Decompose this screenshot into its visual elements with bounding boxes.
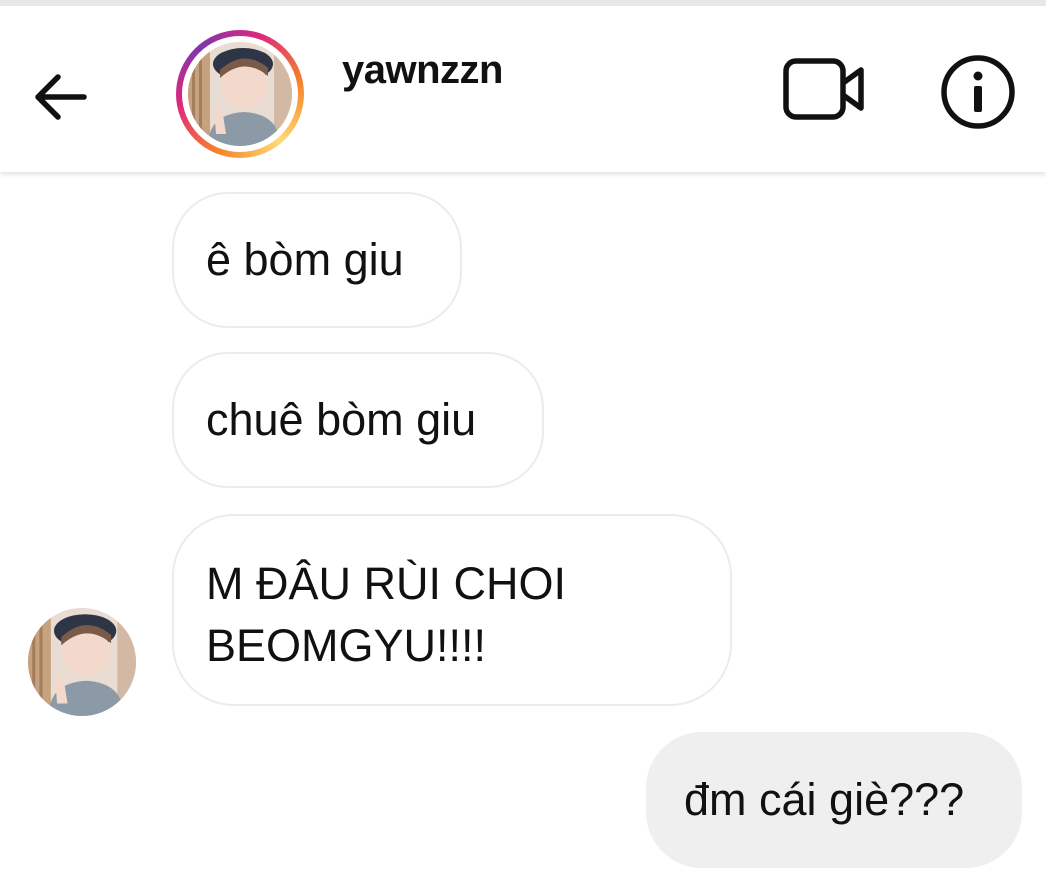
message-text: đm cái giè???: [684, 774, 965, 825]
back-arrow-icon[interactable]: [28, 64, 94, 130]
outgoing-message-bubble[interactable]: đm cái giè???: [646, 732, 1022, 868]
message-text-line: BEOMGYU!!!!: [206, 620, 487, 671]
incoming-message-bubble[interactable]: M ĐÂU RÙI CHOI BEOMGYU!!!!: [172, 514, 732, 706]
profile-avatar[interactable]: [176, 30, 304, 158]
sender-avatar[interactable]: [28, 608, 136, 716]
message-text-line: M ĐÂU RÙI CHOI: [206, 558, 566, 609]
incoming-message-bubble[interactable]: ê bòm giu: [172, 192, 462, 328]
chat-header: yawnzzn: [0, 0, 1046, 172]
message-text: ê bòm giu: [206, 234, 404, 285]
message-text: chuê bòm giu: [206, 394, 477, 445]
info-icon[interactable]: [940, 54, 1016, 130]
avatar-image: [188, 42, 292, 146]
chat-username[interactable]: yawnzzn: [342, 48, 503, 93]
video-camera-icon[interactable]: [782, 56, 868, 122]
incoming-message-bubble[interactable]: chuê bòm giu: [172, 352, 544, 488]
